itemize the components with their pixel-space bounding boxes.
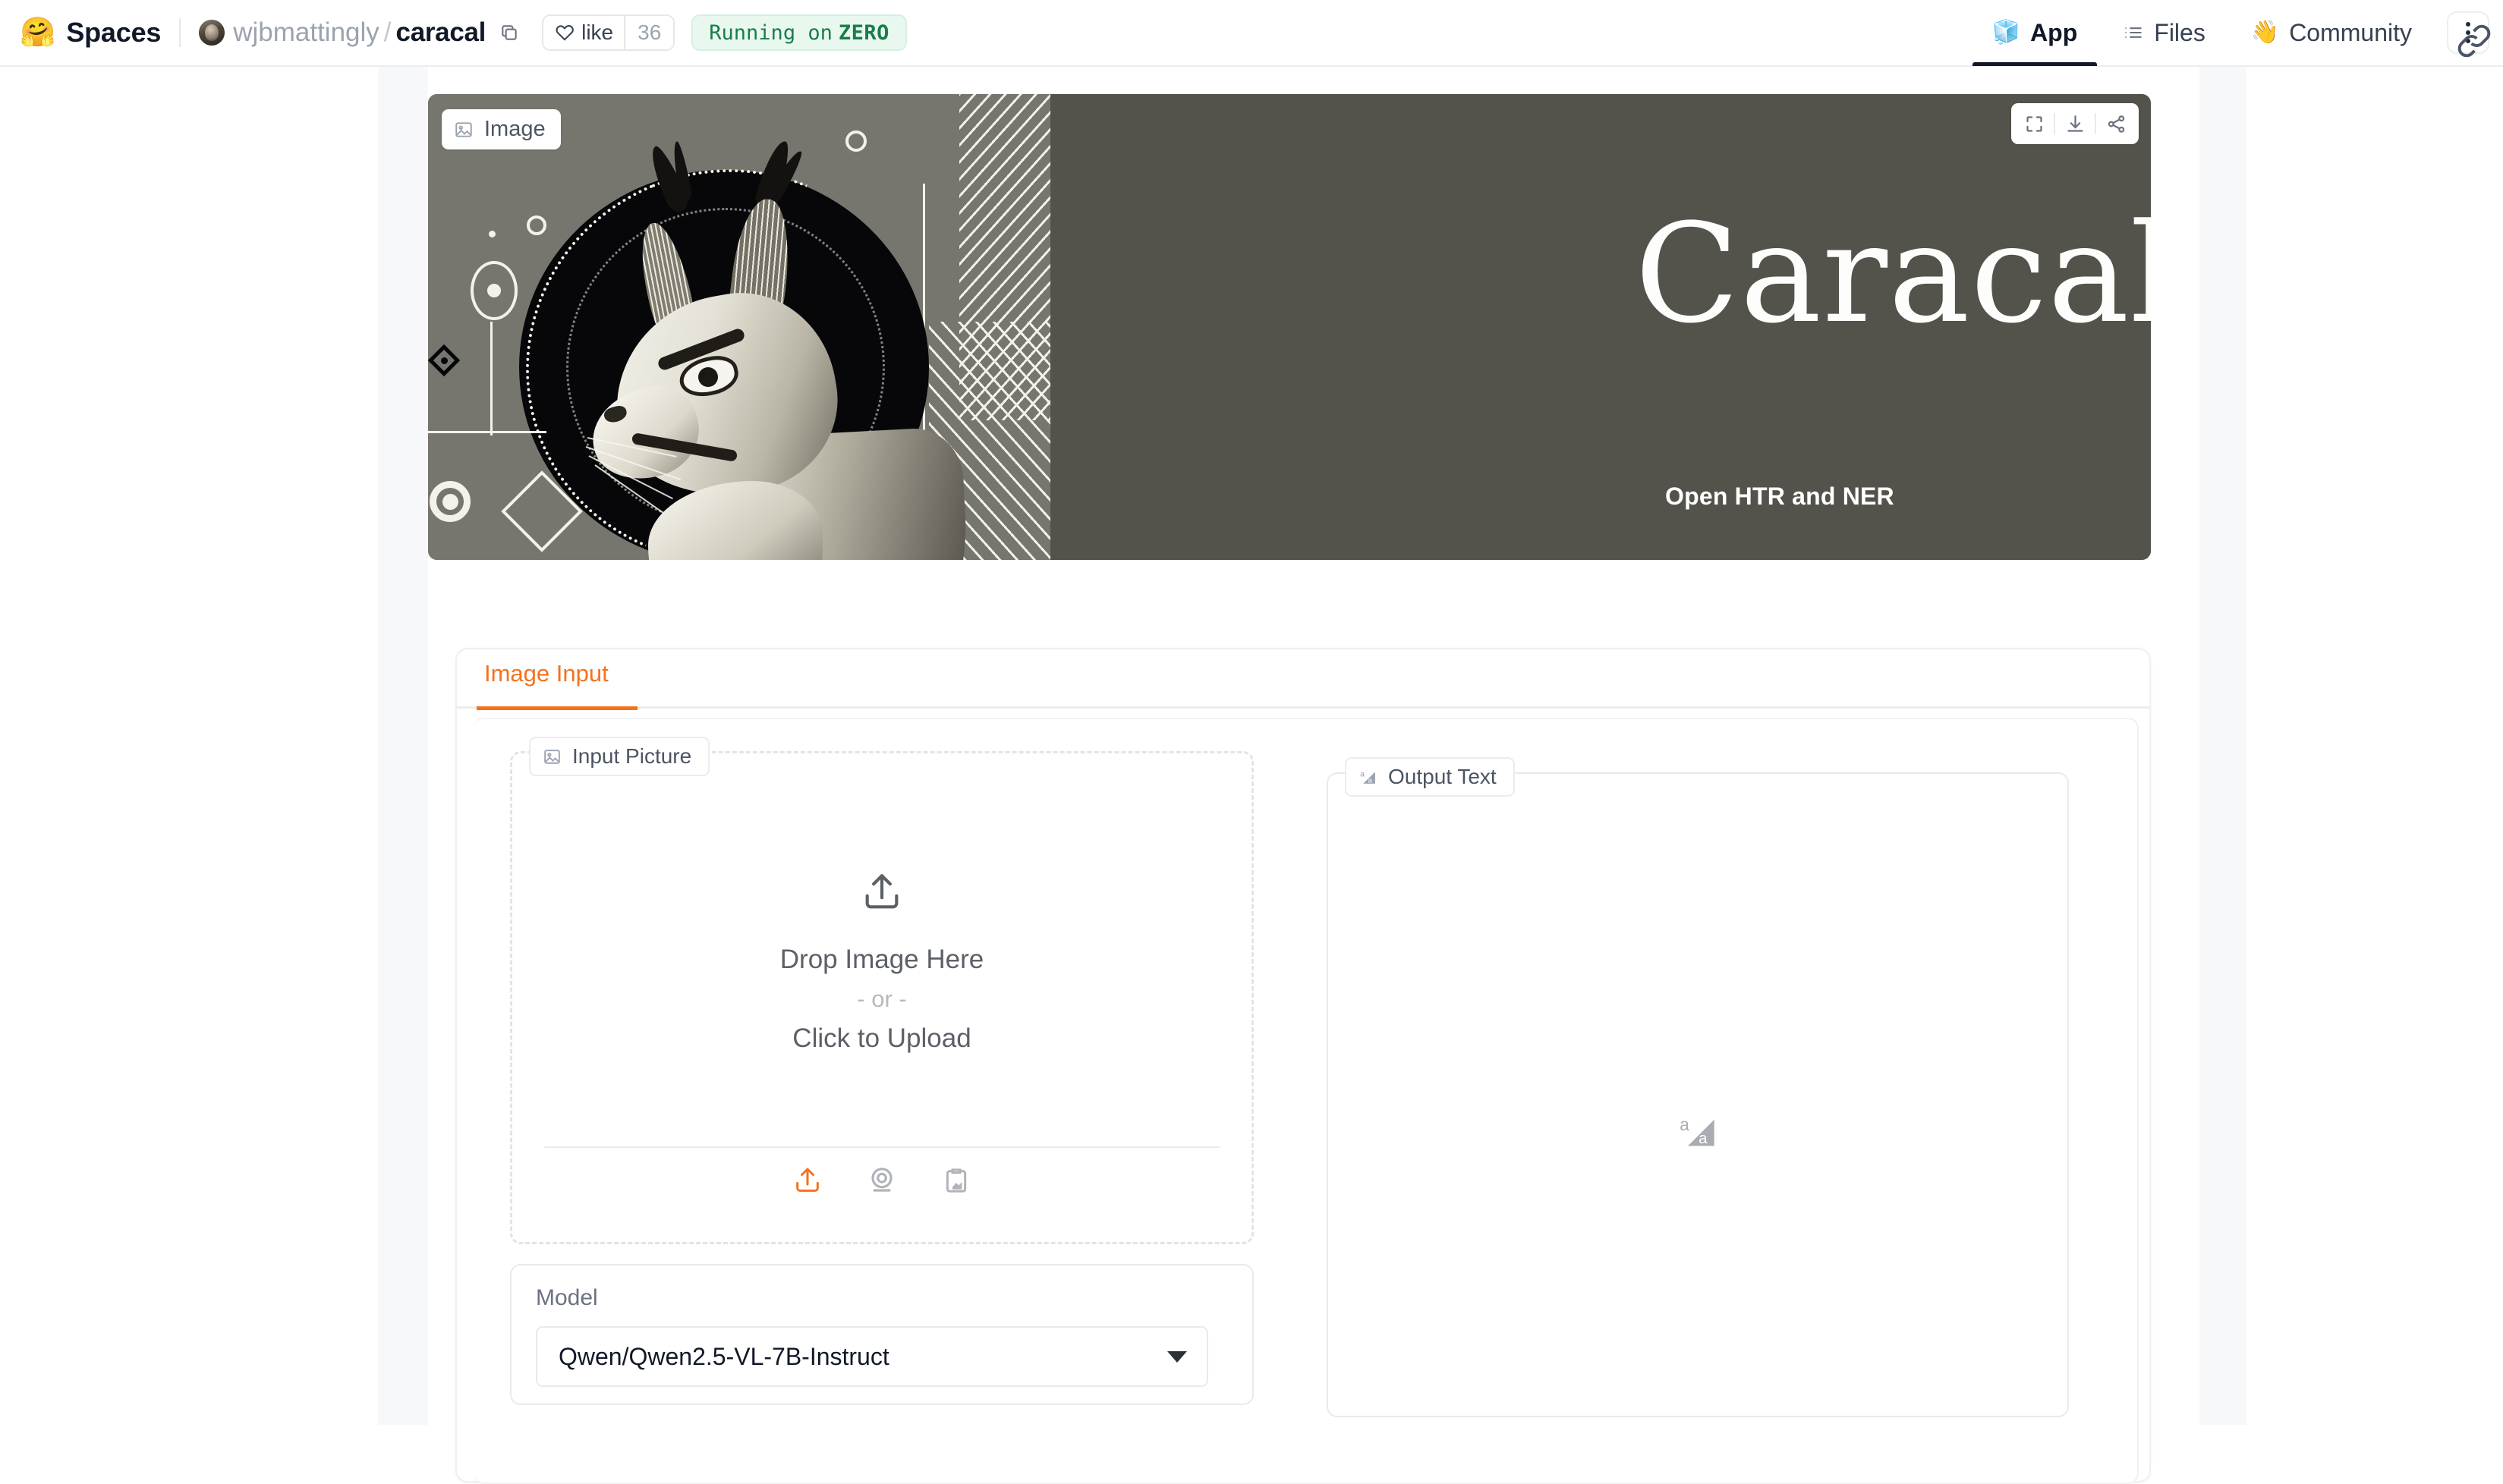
input-picture-chip: Input Picture (529, 737, 710, 776)
svg-text:a: a (1699, 1130, 1708, 1147)
repo-name[interactable]: caracal (396, 17, 486, 48)
share-icon[interactable] (2096, 108, 2136, 140)
model-dropdown[interactable]: Qwen/Qwen2.5-VL-7B-Instruct (536, 1326, 1208, 1387)
spaces-product-label[interactable]: Spaces (66, 17, 161, 49)
chevron-down-icon (1167, 1350, 1187, 1363)
banner-title-zone: Caracal Open HTR and NER (1050, 94, 2151, 560)
kebab-dot (2466, 39, 2470, 43)
status-badge-hardware: ZERO (838, 20, 889, 45)
cube-icon: 🧊 (1991, 20, 2021, 45)
nav-tab-app-label: App (2030, 18, 2078, 46)
breadcrumb-separator: / (383, 17, 392, 47)
heart-icon (555, 23, 575, 42)
output-text-chip-label: Output Text (1388, 765, 1497, 788)
svg-text:a: a (1680, 1115, 1689, 1134)
output-placeholder-icon: a a (1678, 1112, 1717, 1152)
header-nav: 🧊 App Files 👋 Community (1969, 0, 2503, 66)
input-box-separator (544, 1146, 1220, 1148)
nav-tab-community-label: Community (2289, 18, 2412, 46)
banner-image-toolbar (2011, 103, 2139, 144)
tab-image-input[interactable]: Image Input (484, 660, 609, 701)
like-count: 36 (624, 16, 674, 49)
files-list-icon (2123, 22, 2144, 43)
svg-text:a: a (1360, 770, 1365, 778)
upload-icon[interactable] (790, 1163, 825, 1198)
input-actions-row (512, 1163, 1252, 1198)
caracal-illustration (428, 94, 1050, 560)
page-title: Caracal (1635, 195, 2151, 354)
model-label: Model (536, 1285, 598, 1310)
image-icon (454, 120, 474, 140)
dot-decoration (442, 494, 458, 510)
model-selected-value: Qwen/Qwen2.5-VL-7B-Instruct (559, 1342, 889, 1370)
like-button[interactable]: like (543, 16, 624, 49)
fullscreen-icon[interactable] (2014, 108, 2054, 140)
caracal-chest (648, 481, 823, 560)
clipboard-paste-icon[interactable] (939, 1163, 974, 1198)
banner-image-chip: Image (442, 109, 561, 149)
text-output-icon: a a (1359, 768, 1377, 787)
nav-tab-files[interactable]: Files (2100, 0, 2228, 66)
tabstrip: Image Input (457, 649, 2149, 710)
kebab-dot (2466, 30, 2470, 35)
page-canvas: Caracal Open HTR and NER Image Image Inp… (0, 67, 2503, 1484)
caracal-pupil (698, 367, 718, 387)
webcam-icon[interactable] (864, 1163, 899, 1198)
app-column: Caracal Open HTR and NER Image Image Inp… (428, 67, 2199, 1484)
banner-image: Caracal Open HTR and NER Image (428, 94, 2151, 560)
vertical-line-decoration (490, 322, 493, 435)
tab-active-underline (477, 706, 638, 710)
horizontal-line-decoration (428, 431, 546, 433)
status-badge-prefix: Running on (709, 20, 833, 45)
waving-hand-icon: 👋 (2250, 20, 2280, 45)
page-subtitle: Open HTR and NER (1665, 483, 1894, 510)
nav-tab-app[interactable]: 🧊 App (1969, 0, 2101, 66)
model-group: Model Qwen/Qwen2.5-VL-7B-Instruct (510, 1264, 1254, 1405)
input-picture-chip-label: Input Picture (572, 744, 692, 768)
upload-arrow-icon (860, 870, 904, 914)
dropzone-click-text: Click to Upload (792, 1023, 971, 1053)
dot-decoration (441, 357, 448, 364)
nav-tab-files-label: Files (2154, 18, 2205, 46)
hugging-face-logo-icon[interactable]: 🤗 (20, 18, 55, 47)
banner-image-chip-label: Image (484, 117, 546, 141)
kebab-dot (2466, 22, 2470, 27)
caracal-figure (542, 137, 970, 560)
header-divider (179, 18, 181, 47)
copy-icon[interactable] (498, 21, 521, 44)
nav-tab-community[interactable]: 👋 Community (2228, 0, 2435, 66)
svg-text:a: a (1368, 776, 1373, 784)
dropzone-target[interactable]: Drop Image Here - or - Click to Upload (512, 791, 1252, 1133)
output-text-chip: a a Output Text (1345, 757, 1515, 797)
dropzone-primary-text: Drop Image Here (779, 945, 984, 974)
like-group: like 36 (542, 14, 675, 51)
avatar[interactable] (199, 20, 225, 46)
dot-decoration (489, 231, 496, 237)
input-picture-dropzone[interactable]: Input Picture Drop Image Here - or - Cli… (510, 737, 1254, 1244)
header-left-group: 🤗 Spaces wjbmattingly / caracal like 36 (0, 14, 907, 51)
kebab-menu-icon[interactable] (2447, 11, 2489, 54)
dropzone-or-text: - or - (857, 986, 907, 1012)
like-label: like (581, 20, 614, 44)
image-icon (543, 747, 562, 766)
left-gutter (378, 67, 428, 1425)
top-header-bar: 🤗 Spaces wjbmattingly / caracal like 36 (0, 0, 2503, 67)
owner-name[interactable]: wjbmattingly (233, 17, 379, 48)
download-icon[interactable] (2055, 108, 2095, 140)
output-text-panel[interactable]: a a Output Text a a (1327, 757, 2069, 1417)
status-badge[interactable]: Running on ZERO (691, 14, 907, 51)
dot-decoration (487, 284, 501, 297)
right-gutter (2199, 67, 2246, 1425)
